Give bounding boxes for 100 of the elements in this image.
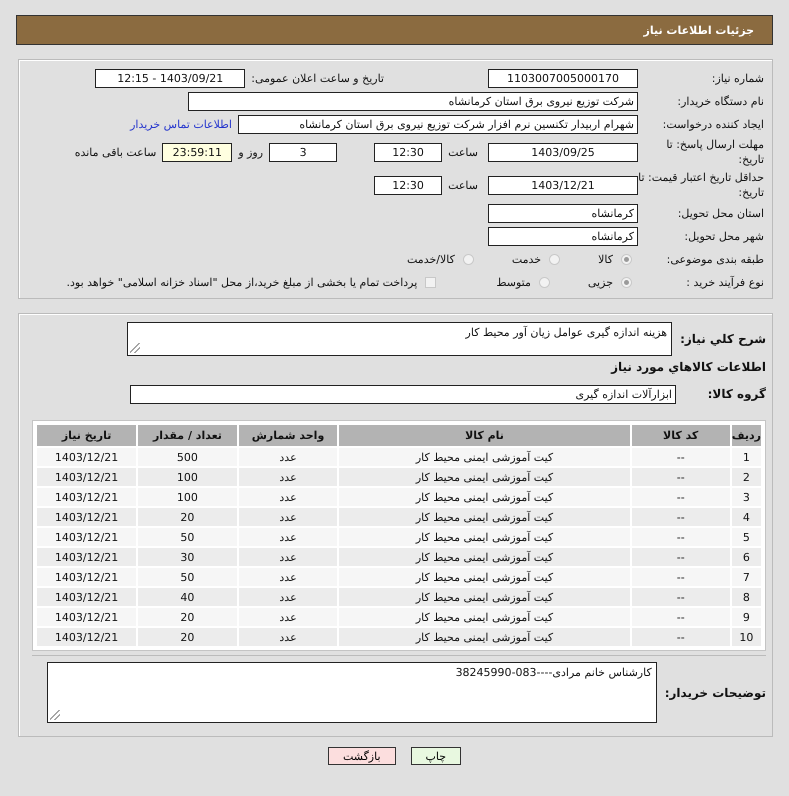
time-label: ساعت [448,146,478,158]
table-cell: 1403/12/21 [37,568,136,586]
table-cell: کیت آموزشی ایمنی محیط کار [339,548,630,566]
table-cell: -- [632,568,730,586]
column-header: واحد شمارش [238,425,338,446]
field-label: نوع فرآیند خرید : [685,274,765,290]
requester-field[interactable]: شهرام اربیدار تکنسین نرم افزار شرکت توزیع نیروی برق استان کرمانشاه [238,114,638,134]
table-cell: 40 [138,588,237,606]
field-label: ایجاد کننده درخواست: [662,116,765,132]
table-cell: 1403/12/21 [37,548,136,566]
radio-label: کالا [598,252,613,266]
remaining-label: ساعت باقی مانده [74,146,156,158]
table-cell: -- [632,468,730,486]
table-cell: 20 [138,508,237,526]
field-label: گروه کالا: [706,387,766,401]
table-cell: عدد [238,608,338,626]
table-cell: 6 [732,548,761,566]
radio-button[interactable] [462,254,474,264]
buyer-notes-field[interactable]: کارشناس خانم مرادی----083-38245990 [46,662,657,723]
column-header: نام کالا [339,425,630,446]
validity-date-field[interactable]: 1403/12/21 [488,176,638,194]
table-cell: 100 [138,468,237,486]
table-cell: 1403/12/21 [37,448,136,466]
radio-label: متوسط [496,276,531,288]
table-cell: عدد [238,548,338,566]
field-label: نام دستگاه خریدار: [676,94,765,108]
table-cell: 1403/12/21 [37,508,136,526]
table-cell: 10 [732,628,761,646]
table-cell: کیت آموزشی ایمنی محیط کار [339,528,630,546]
field-label: شماره نیاز: [710,70,765,86]
table-cell: عدد [238,448,338,466]
table-cell: کیت آموزشی ایمنی محیط کار [339,568,630,586]
field-label: شهر محل تحویل: [683,228,765,244]
field-label: تاریخ و ساعت اعلان عمومی: [251,72,384,84]
table-cell: عدد [238,588,338,606]
table-cell: -- [632,588,730,606]
validity-time-field[interactable]: 12:30 [374,176,442,194]
table-cell: 30 [138,548,237,566]
deadline-date-field[interactable]: 1403/09/25 [488,142,638,162]
table-cell: -- [632,488,730,506]
deadline-time-field[interactable]: 12:30 [374,142,442,162]
table-cell: 2 [732,468,761,486]
field-label: طبقه بندی موضوعی: [666,252,765,266]
city-field[interactable]: کرمانشاه [488,226,638,246]
radio-button[interactable] [549,254,560,264]
table-cell: عدد [238,488,338,506]
table-cell: 1403/12/21 [37,488,136,506]
page-header: جزئیات اطلاعات نیاز [16,15,773,45]
radio-button[interactable] [621,276,632,288]
radio-label: کالا/خدمت [407,252,455,266]
table-cell: 20 [138,628,237,646]
announce-date-field[interactable]: 1403/09/21 - 12:15 [95,68,246,88]
back-button[interactable]: بازگشت [328,747,396,765]
field-label: توضیحات خریدار: [664,686,766,700]
section-heading: اطلاعات کالاهاي مورد نياز [610,360,766,374]
column-header: تعداد / مقدار [138,425,237,446]
table-cell: کیت آموزشی ایمنی محیط کار [339,468,630,486]
table-cell: 1403/12/21 [37,588,136,606]
days-field[interactable]: 3 [269,142,338,162]
table-cell: کیت آموزشی ایمنی محیط کار [339,628,630,646]
table-cell: عدد [238,508,338,526]
description-field[interactable]: هزینه اندازه گیری عوامل زیان آور محیط کار [127,322,672,356]
remaining-time-field: 23:59:11 [162,142,232,162]
table-cell: کیت آموزشی ایمنی محیط کار [339,588,630,606]
table-cell: 5 [732,528,761,546]
table-cell: 1 [732,448,761,466]
table-cell: -- [632,548,730,566]
table-cell: -- [632,528,730,546]
field-label: شرح کلي نياز: [680,332,766,346]
checkbox-label: پرداخت تمام یا بخشی از مبلغ خرید،از محل "اسناد خزانه اسلامی" خواهد بود. [66,276,418,288]
table-cell: 1403/12/21 [37,608,136,626]
field-label: حداقل تاریخ اعتبار قیمت: تا تاریخ: [638,170,765,200]
time-label: ساعت [448,178,478,192]
table-cell: 4 [732,508,761,526]
table-cell: عدد [238,468,338,486]
radio-button[interactable] [538,276,550,288]
table-cell: عدد [238,628,338,646]
table-cell: 50 [138,528,237,546]
table-cell: 100 [138,488,237,506]
contact-link[interactable]: اطلاعات تماس خریدار [130,118,232,130]
table-cell: 3 [732,488,761,506]
checkbox[interactable] [425,276,436,288]
field-label: استان محل تحویل: [676,206,765,220]
buyer-org-field[interactable]: شرکت توزیع نیروی برق استان کرمانشاه [188,92,638,110]
table-cell: -- [632,448,730,466]
print-button[interactable]: چاپ [410,747,462,765]
column-header: ردیف [732,425,761,446]
need-number-field[interactable]: 1103007005000170 [488,68,638,88]
table-cell: کیت آموزشی ایمنی محیط کار [339,508,630,526]
radio-label: خدمت [512,252,542,266]
province-field[interactable]: کرمانشاه [488,204,638,222]
goods-group-field[interactable]: ابزارآلات اندازه گیری [130,384,676,404]
table-cell: کیت آموزشی ایمنی محیط کار [339,608,630,626]
table-cell: -- [632,608,730,626]
table-cell: عدد [238,568,338,586]
table-cell: 8 [732,588,761,606]
radio-button[interactable] [621,254,632,264]
table-cell: 1403/12/21 [37,628,136,646]
column-header: تاریخ نیاز [37,425,136,446]
table-cell: 500 [138,448,237,466]
